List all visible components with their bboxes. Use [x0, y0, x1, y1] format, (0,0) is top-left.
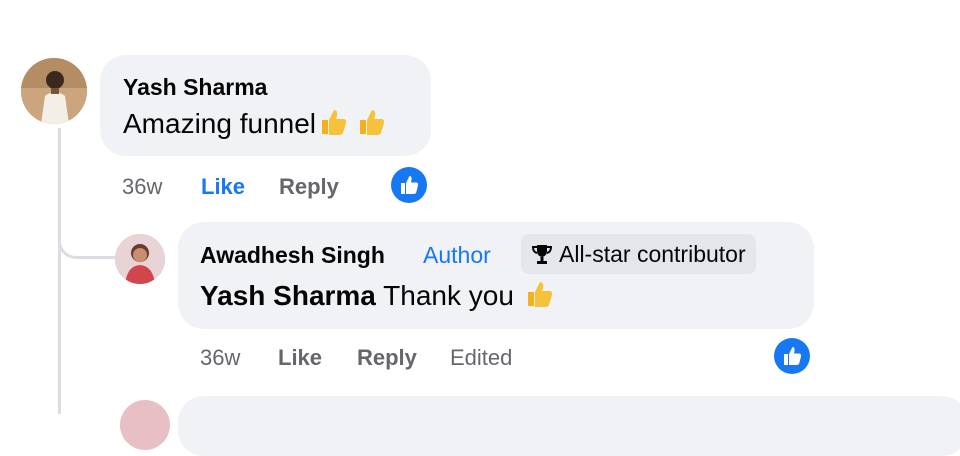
next-avatar[interactable]	[120, 400, 170, 450]
commenter-avatar-image	[21, 58, 87, 124]
replier-avatar[interactable]	[115, 234, 165, 284]
comment-reply-button[interactable]: Reply	[279, 174, 339, 200]
commenter-avatar[interactable]	[21, 58, 87, 124]
thumbs-up-icon	[401, 176, 419, 194]
contributor-badge-label: All-star contributor	[559, 240, 746, 267]
contributor-badge[interactable]: All-star contributor	[521, 234, 756, 274]
comment-bubble: Yash Sharma Amazing funnel	[100, 55, 431, 156]
reply-reply-button[interactable]: Reply	[357, 345, 417, 371]
reply-timestamp[interactable]: 36w	[200, 345, 240, 371]
like-reaction-icon[interactable]	[391, 167, 427, 203]
reply-text-line: Yash Sharma Thank you	[200, 279, 554, 316]
thread-line	[58, 128, 61, 414]
thread-branch	[58, 206, 116, 259]
trophy-icon	[531, 245, 553, 264]
reply-mention[interactable]: Yash Sharma	[200, 280, 376, 311]
thumbs-up-emoji	[356, 107, 386, 144]
thumbs-up-emoji	[524, 279, 554, 316]
reply-author-name[interactable]: Awadhesh Singh	[200, 242, 385, 269]
reply-bubble: Awadhesh Singh Author All-star contribut…	[178, 222, 814, 329]
next-bubble	[178, 396, 960, 456]
thumbs-up-emoji	[318, 107, 348, 144]
comment-text-line: Amazing funnel	[123, 107, 386, 144]
replier-avatar-image	[115, 234, 165, 284]
author-badge: Author	[423, 242, 491, 268]
comment-like-button[interactable]: Like	[201, 174, 245, 200]
comment-author-name[interactable]: Yash Sharma	[123, 74, 267, 101]
thumbs-up-icon	[784, 347, 802, 365]
like-reaction-icon[interactable]	[774, 338, 810, 374]
reply-like-button[interactable]: Like	[278, 345, 322, 371]
comment-timestamp[interactable]: 36w	[122, 174, 162, 200]
comment-text: Amazing funnel	[123, 108, 317, 139]
reply-text: Thank you	[383, 280, 514, 311]
edited-label: Edited	[450, 345, 513, 370]
